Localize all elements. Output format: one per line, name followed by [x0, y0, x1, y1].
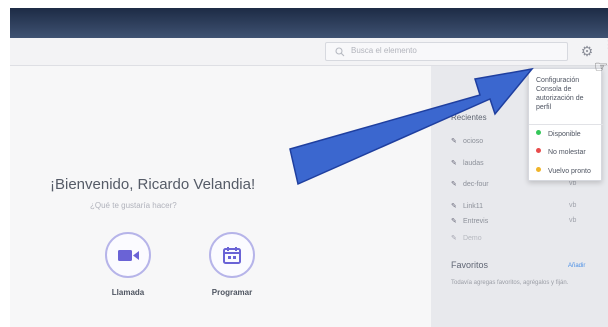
- dropdown-title[interactable]: Configuración Consola de autorización de…: [536, 76, 598, 112]
- status-dot-icon: [536, 148, 541, 153]
- main-panel: ¡Bienvenido, Ricardo Velandia! ¿Qué te g…: [10, 66, 431, 327]
- sidebar-meeting-item[interactable]: ✎ ocioso: [451, 137, 483, 150]
- meeting-label: Demo: [462, 235, 482, 242]
- meeting-tag: vb: [569, 202, 577, 209]
- calendar-icon: [223, 246, 241, 264]
- meeting-tag: vb: [569, 217, 577, 224]
- search-input[interactable]: Busca el elemento: [325, 42, 568, 61]
- sidebar-title: Recientes: [451, 113, 487, 122]
- video-camera-icon: [117, 249, 139, 261]
- settings-dropdown-menu: Configuración Consola de autorización de…: [528, 68, 603, 181]
- sidebar-meeting-item[interactable]: ✎ Link11 vb: [451, 202, 576, 215]
- pin-icon: ✎: [451, 160, 457, 167]
- meeting-tag: vb: [569, 180, 577, 187]
- top-toolbar: Busca el elemento ⚙ ⋮: [10, 38, 608, 66]
- settings-gear-icon[interactable]: ⚙: [577, 41, 597, 61]
- pin-icon: ✎: [451, 218, 457, 225]
- meeting-label: Link11: [462, 203, 484, 210]
- meeting-label: laudas: [462, 160, 484, 167]
- sidebar-meeting-item[interactable]: ✎ Demo: [451, 234, 482, 247]
- meeting-label: dec-four: [462, 181, 489, 188]
- welcome-subtitle: ¿Qué te gustaría hacer?: [90, 201, 177, 210]
- search-placeholder: Busca el elemento: [351, 46, 417, 55]
- favorites-add-link[interactable]: Añadir: [568, 263, 585, 269]
- status-available[interactable]: Disponible: [536, 130, 581, 138]
- sidebar-meeting-item[interactable]: ✎ Entrevis vb: [451, 217, 576, 230]
- status-label: Disponible: [547, 131, 581, 138]
- status-dot-icon: [536, 130, 541, 135]
- favorites-description: Todavía agregas favoritos, agrégalos y f…: [451, 280, 569, 286]
- status-back-soon[interactable]: Vuelvo pronto: [536, 167, 591, 175]
- welcome-heading: ¡Bienvenido, Ricardo Velandia!: [50, 176, 256, 193]
- status-dot-icon: [536, 167, 541, 172]
- search-icon: [335, 47, 345, 57]
- schedule-circle[interactable]: [209, 232, 255, 278]
- call-button[interactable]: Llamada: [98, 232, 158, 297]
- call-circle[interactable]: [105, 232, 151, 278]
- mouse-cursor-icon: ☞: [594, 59, 608, 76]
- pin-icon: ✎: [451, 138, 457, 145]
- favorites-title: Favoritos: [451, 260, 489, 270]
- status-label: No molestar: [547, 149, 586, 156]
- pin-icon: ✎: [451, 235, 457, 242]
- dropdown-separator: [529, 124, 603, 125]
- app-window: Busca el elemento ⚙ ⋮ ☞ ¡Bienvenido, Ric…: [0, 0, 608, 327]
- schedule-button[interactable]: Programar: [202, 232, 262, 297]
- pin-icon: ✎: [451, 181, 457, 188]
- schedule-label: Programar: [211, 288, 253, 297]
- pin-icon: ✎: [451, 203, 457, 210]
- call-label: Llamada: [111, 288, 145, 297]
- sidebar-meeting-item[interactable]: ✎ dec-four vb: [451, 180, 576, 193]
- meeting-label: Entrevis: [462, 218, 489, 225]
- status-label: Vuelvo pronto: [547, 168, 591, 175]
- status-do-not-disturb[interactable]: No molestar: [536, 148, 586, 156]
- window-title-bar: [10, 8, 608, 38]
- sidebar-meeting-item[interactable]: ✎ laudas vb: [451, 159, 576, 172]
- meeting-label: ocioso: [462, 138, 484, 145]
